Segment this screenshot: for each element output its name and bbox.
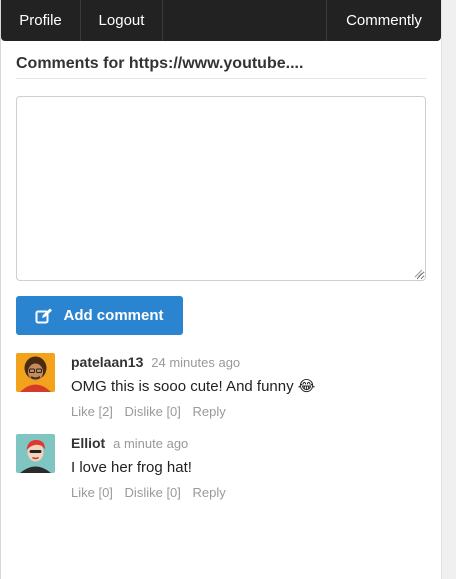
avatar-icon xyxy=(16,353,55,392)
avatar-icon xyxy=(16,434,55,473)
dislike-button[interactable]: Dislike [0] xyxy=(125,404,181,419)
add-comment-button[interactable]: Add comment xyxy=(16,296,183,335)
comment-text-content: OMG this is sooo cute! And funny xyxy=(71,378,294,395)
comment-actions: Like [2] Dislike [0] Reply xyxy=(71,404,421,420)
title-divider xyxy=(16,78,426,79)
avatar[interactable] xyxy=(16,353,55,392)
edit-icon xyxy=(35,308,53,323)
dislike-button[interactable]: Dislike [0] xyxy=(125,485,181,500)
comment-actions: Like [0] Dislike [0] Reply xyxy=(71,485,421,501)
comment-timestamp: a minute ago xyxy=(113,436,189,451)
scrollbar-track[interactable] xyxy=(441,0,456,579)
resize-handle-icon[interactable] xyxy=(413,268,423,278)
navbar-spacer xyxy=(163,0,327,41)
nav-profile-link[interactable]: Profile xyxy=(1,0,81,41)
window-border-left xyxy=(0,0,1,579)
brand-link[interactable]: Commently xyxy=(327,0,441,41)
comment-text: OMG this is sooo cute! And funny 😂 xyxy=(71,378,421,396)
comment-text-content: I love her frog hat! xyxy=(71,459,192,476)
like-button[interactable]: Like [0] xyxy=(71,485,113,500)
comment-author[interactable]: patelaan13 xyxy=(71,354,143,370)
comment-textarea[interactable] xyxy=(16,96,426,281)
comment-text: I love her frog hat! xyxy=(71,459,421,477)
top-navbar: Profile Logout Commently xyxy=(1,0,441,41)
like-button[interactable]: Like [2] xyxy=(71,404,113,419)
reply-button[interactable]: Reply xyxy=(193,404,226,419)
add-comment-label: Add comment xyxy=(63,307,164,324)
page-title: Comments for https://www.youtube.... xyxy=(16,55,304,72)
reply-button[interactable]: Reply xyxy=(193,485,226,500)
nav-logout-link[interactable]: Logout xyxy=(81,0,163,41)
comment-author[interactable]: Elliot xyxy=(71,435,105,451)
laughing-emoji-icon: 😂 xyxy=(297,378,316,395)
comment-timestamp: 24 minutes ago xyxy=(151,355,241,370)
avatar[interactable] xyxy=(16,434,55,473)
